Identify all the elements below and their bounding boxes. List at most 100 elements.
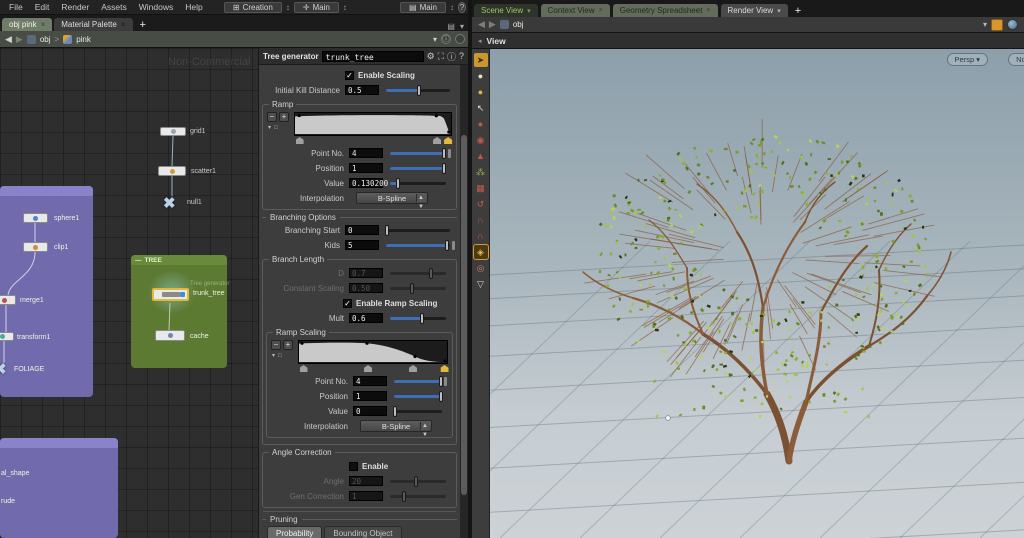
shelf-spinner-icon-2[interactable]: ↕ bbox=[341, 3, 349, 12]
render-region-icon[interactable]: ▽ bbox=[474, 277, 488, 291]
slider-handle[interactable] bbox=[385, 224, 390, 236]
frame-icon[interactable]: ⛶ bbox=[438, 51, 444, 62]
branching-start-field[interactable]: 0 bbox=[345, 225, 379, 235]
node-transform1[interactable] bbox=[0, 332, 14, 341]
lamp-icon[interactable]: ● bbox=[474, 69, 488, 83]
tab-menu-icon[interactable]: ▾ bbox=[777, 7, 781, 15]
tab-render-view[interactable]: Render View ▾ bbox=[720, 4, 788, 17]
menu-file[interactable]: File bbox=[4, 1, 28, 13]
gear-icon[interactable]: ⚙ bbox=[427, 51, 435, 62]
value-field[interactable]: 0 bbox=[353, 406, 387, 416]
ring-tool-icon[interactable]: ◎ bbox=[474, 261, 488, 275]
grid-snap-icon[interactable]: ▦ bbox=[474, 181, 488, 195]
ramp-editor[interactable]: − + ▾□ bbox=[267, 112, 453, 145]
ramp-handle-selected[interactable] bbox=[444, 137, 453, 144]
shelf-spinner-icon[interactable]: ↕ bbox=[284, 3, 292, 12]
curve-snap-icon[interactable]: ↺ bbox=[474, 197, 488, 211]
position-field[interactable]: 1 bbox=[349, 163, 383, 173]
position-slider[interactable] bbox=[390, 162, 447, 174]
branching-start-slider[interactable] bbox=[385, 224, 450, 236]
initial-kill-distance-field[interactable]: 0.5 bbox=[345, 85, 379, 95]
ramp-handle[interactable] bbox=[433, 137, 442, 144]
ramp-handles[interactable] bbox=[294, 137, 453, 145]
scene-viewport[interactable]: Persp ▾ No cam bbox=[490, 49, 1024, 538]
pane-list-icon[interactable]: ▤ bbox=[447, 22, 455, 31]
tab-context-view[interactable]: Context View × bbox=[540, 4, 610, 17]
tab-menu-icon[interactable]: ▾ bbox=[527, 7, 531, 15]
node-clip1[interactable] bbox=[23, 242, 48, 252]
interpolation-dropdown[interactable]: B-Spline ▲ ▼ bbox=[356, 192, 428, 210]
snapshot-button[interactable] bbox=[991, 18, 1003, 31]
tab-bounding-object[interactable]: Bounding Object bbox=[324, 526, 402, 538]
move-tool-icon[interactable]: ◉ bbox=[474, 133, 488, 147]
link-icon[interactable] bbox=[455, 34, 465, 44]
node-display-flag[interactable] bbox=[180, 292, 185, 297]
globe-icon[interactable] bbox=[1007, 19, 1018, 30]
new-pane-tab-button[interactable]: + bbox=[791, 5, 805, 17]
initial-kill-distance-slider[interactable] bbox=[386, 84, 450, 96]
slider-handle[interactable] bbox=[445, 239, 450, 251]
tab-close-icon[interactable]: × bbox=[706, 7, 710, 14]
ramp-add-point-button[interactable]: + bbox=[279, 112, 289, 122]
node-name-field[interactable]: trunk_tree bbox=[321, 50, 424, 62]
menu-edit[interactable]: Edit bbox=[30, 1, 55, 13]
ramp-scaling-remove-button[interactable]: − bbox=[271, 340, 281, 350]
view-menu[interactable]: View bbox=[487, 36, 506, 46]
ramp-handle-selected[interactable] bbox=[440, 365, 449, 372]
ramp-scaling-handles[interactable] bbox=[298, 365, 449, 373]
tab-material-palette[interactable]: Material Palette × bbox=[54, 18, 133, 31]
enable-ramp-scaling-checkbox[interactable]: ✓ bbox=[343, 298, 352, 308]
back-icon[interactable]: ◀ bbox=[478, 19, 485, 30]
node-cache[interactable] bbox=[155, 330, 185, 341]
ramp-scaling-add-button[interactable]: + bbox=[283, 340, 293, 350]
ramp-handle[interactable] bbox=[409, 365, 417, 372]
node-scatter1[interactable] bbox=[158, 166, 186, 176]
cursor-icon[interactable]: ↖ bbox=[474, 101, 488, 115]
active-snap-icon[interactable]: ◈ bbox=[472, 244, 489, 260]
position-field[interactable]: 1 bbox=[353, 391, 387, 401]
tab-probability[interactable]: Probability bbox=[267, 526, 323, 538]
pane-menu-icon[interactable]: ▾ bbox=[460, 22, 464, 31]
position-slider[interactable] bbox=[394, 390, 443, 402]
ramp-scaling-curve[interactable] bbox=[298, 340, 448, 364]
ramp-scaling-editor[interactable]: − + ▾□ bbox=[271, 340, 449, 373]
network-editor[interactable]: Non-Commercial — TREE grid1 scatter1 ✖ n… bbox=[0, 48, 258, 538]
ramp-handle[interactable] bbox=[364, 365, 372, 372]
new-tab-button[interactable]: + bbox=[135, 19, 151, 31]
slider-handle[interactable] bbox=[438, 375, 443, 387]
point-no-field[interactable]: 4 bbox=[349, 148, 383, 158]
desktop-dropdown-1[interactable]: ✛ Main bbox=[293, 1, 339, 13]
slider-handle[interactable] bbox=[438, 390, 443, 402]
ramp-handle[interactable] bbox=[295, 137, 304, 144]
path-dropdown-icon[interactable]: ▾ bbox=[983, 20, 987, 29]
magnet-snap-icon[interactable]: ∩ bbox=[474, 229, 488, 243]
node-trunk-tree[interactable] bbox=[152, 288, 189, 301]
node-grid1[interactable] bbox=[160, 127, 186, 136]
menu-render[interactable]: Render bbox=[56, 1, 94, 13]
tab-close-icon[interactable]: × bbox=[599, 7, 603, 14]
mult-field[interactable]: 0.6 bbox=[349, 313, 383, 323]
param-help-icon[interactable]: ? bbox=[459, 51, 464, 61]
point-no-slider[interactable] bbox=[394, 375, 447, 387]
desktop-dropdown-2[interactable]: ▤ Main bbox=[400, 1, 446, 13]
pin-icon[interactable]: ⓘ bbox=[441, 34, 451, 44]
menu-help[interactable]: Help bbox=[180, 1, 207, 13]
menu-windows[interactable]: Windows bbox=[134, 1, 178, 13]
menu-assets[interactable]: Assets bbox=[96, 1, 132, 13]
node-foliage[interactable]: ✖ bbox=[0, 360, 7, 378]
breadcrumb-obj[interactable]: obj bbox=[40, 35, 51, 44]
path-dropdown-icon[interactable]: ▾ bbox=[433, 35, 437, 44]
slider-handle[interactable] bbox=[417, 84, 422, 96]
breadcrumb-pink[interactable]: pink bbox=[76, 35, 91, 44]
slider-handle[interactable] bbox=[442, 147, 447, 159]
persp-camera-button[interactable]: Persp ▾ bbox=[946, 53, 988, 66]
scrollbar-thumb[interactable] bbox=[461, 135, 467, 495]
creation-shelf-dropdown[interactable]: ⊞ Creation bbox=[223, 1, 282, 13]
slider-handle[interactable] bbox=[392, 405, 397, 417]
viewport-path-obj[interactable]: obj bbox=[513, 20, 524, 29]
select-tool-icon[interactable]: ➤ bbox=[473, 53, 488, 67]
value-slider[interactable] bbox=[390, 177, 446, 189]
point-snap-icon[interactable]: ∩ bbox=[474, 213, 488, 227]
tab-scene-view[interactable]: Scene View ▾ bbox=[474, 4, 538, 17]
value-slider[interactable] bbox=[392, 405, 442, 417]
